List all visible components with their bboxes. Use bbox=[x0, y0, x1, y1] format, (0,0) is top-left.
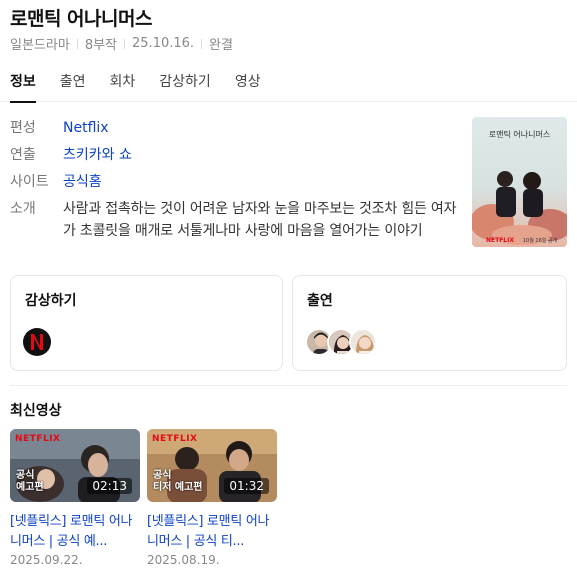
video-overlay-text: 공식 티저 예고편 bbox=[153, 470, 202, 494]
watch-card[interactable]: 감상하기 bbox=[10, 275, 283, 371]
watch-card-title: 감상하기 bbox=[25, 293, 77, 309]
video-title-link[interactable]: [넷플릭스] 로맨틱 어나니머스 | 공식 티... bbox=[147, 512, 277, 552]
tab-bar: 정보 출연 회차 감상하기 영상 bbox=[0, 62, 577, 103]
info-row-director: 연출 츠키카와 쇼 bbox=[10, 144, 460, 166]
info-key: 연출 bbox=[10, 147, 36, 163]
video-overlay-line: 공식 bbox=[16, 470, 35, 481]
meta-separator bbox=[201, 38, 203, 49]
tab-cast[interactable]: 출연 bbox=[60, 62, 86, 102]
info-row-channel: 편성 Netflix bbox=[10, 117, 460, 139]
video-thumbnail[interactable]: NETFLIX 공식 예고편 02:13 bbox=[10, 429, 140, 502]
meta-separator bbox=[124, 38, 126, 49]
poster-netflix-badge: NETFLIX bbox=[486, 237, 514, 244]
info-key: 사이트 bbox=[10, 174, 49, 190]
video-date: 2025.09.22. bbox=[10, 553, 83, 567]
info-key: 소개 bbox=[10, 201, 36, 217]
cast-avatar[interactable] bbox=[349, 328, 377, 356]
netflix-icon[interactable] bbox=[23, 328, 51, 356]
official-site-link[interactable]: 공식홈 bbox=[63, 171, 102, 193]
video-overlay-text: 공식 예고편 bbox=[16, 470, 44, 494]
video-overlay-line: 티저 예고편 bbox=[153, 482, 203, 493]
poster-art: 로맨틱 어나니머스 NETFLIX 10월 16일 공개 bbox=[472, 117, 567, 247]
video-duration: 02:13 bbox=[87, 478, 132, 494]
meta-info: 일본드라마 8부작 25.10.16. 완결 bbox=[10, 34, 233, 53]
info-row-site: 사이트 공식홈 bbox=[10, 171, 460, 193]
cast-card[interactable]: 출연 bbox=[292, 275, 567, 371]
section-divider bbox=[10, 385, 567, 386]
video-title-link[interactable]: [넷플릭스] 로맨틱 어나니머스 | 공식 예... bbox=[10, 512, 140, 552]
netflix-logo: NETFLIX bbox=[152, 434, 198, 444]
info-key: 편성 bbox=[10, 120, 36, 136]
video-duration: 01:32 bbox=[224, 478, 269, 494]
video-date: 2025.08.19. bbox=[147, 553, 220, 567]
video-overlay-line: 예고편 bbox=[16, 482, 44, 493]
poster-image[interactable]: 로맨틱 어나니머스 NETFLIX 10월 16일 공개 bbox=[472, 117, 567, 247]
video-item[interactable]: NETFLIX 공식 티저 예고편 01:32 [넷플릭스] 로맨틱 어나니머스 … bbox=[147, 429, 277, 567]
tab-watch[interactable]: 감상하기 bbox=[159, 62, 211, 102]
videos-section-title: 최신영상 bbox=[10, 403, 62, 419]
video-overlay-line: 공식 bbox=[153, 470, 172, 481]
meta-status: 완결 bbox=[209, 38, 233, 53]
cast-card-title: 출연 bbox=[307, 293, 333, 309]
meta-separator bbox=[76, 38, 78, 49]
info-row-synopsis: 소개 사람과 접촉하는 것이 어려운 남자와 눈을 마주보는 것조차 힘든 여자… bbox=[10, 198, 460, 242]
meta-episodes: 8부작 bbox=[84, 38, 118, 53]
info-section: 편성 Netflix 연출 츠키카와 쇼 사이트 공식홈 소개 사람과 접촉하는… bbox=[10, 117, 460, 247]
tab-videos[interactable]: 영상 bbox=[235, 62, 261, 102]
page-title: 로맨틱 어나니머스 bbox=[10, 8, 152, 30]
video-thumbnail[interactable]: NETFLIX 공식 티저 예고편 01:32 bbox=[147, 429, 277, 502]
meta-date: 25.10.16. bbox=[132, 36, 195, 51]
tab-info[interactable]: 정보 bbox=[10, 62, 36, 103]
poster-title-text: 로맨틱 어나니머스 bbox=[489, 129, 550, 139]
tab-episodes[interactable]: 회차 bbox=[110, 62, 136, 102]
netflix-logo: NETFLIX bbox=[15, 434, 61, 444]
channel-link[interactable]: Netflix bbox=[63, 117, 109, 139]
synopsis-text: 사람과 접촉하는 것이 어려운 남자와 눈을 마주보는 것조차 힘든 여자가 초… bbox=[63, 201, 457, 239]
poster-date-text: 10월 16일 공개 bbox=[523, 237, 558, 244]
meta-genre: 일본드라마 bbox=[10, 38, 70, 53]
video-item[interactable]: NETFLIX 공식 예고편 02:13 [넷플릭스] 로맨틱 어나니머스 | 공… bbox=[10, 429, 140, 567]
director-link[interactable]: 츠키카와 쇼 bbox=[63, 144, 132, 166]
